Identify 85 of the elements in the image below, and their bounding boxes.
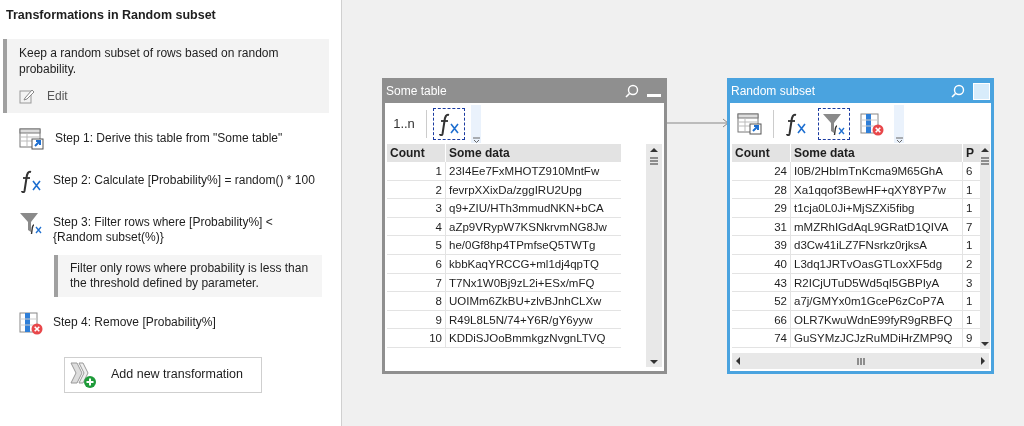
panel-title: Transformations in Random subset <box>5 7 217 24</box>
table-cell-text: 2 <box>434 182 443 198</box>
table-cell-text: 1 <box>434 164 443 179</box>
column-header: Count <box>389 145 426 162</box>
window-title: Random subset <box>731 83 817 100</box>
vertical-scrollbar[interactable] <box>980 144 990 349</box>
overflow-icon[interactable] <box>894 104 904 143</box>
table-cell-text: 52 <box>773 294 788 310</box>
table-cell-text: 66 <box>773 312 788 328</box>
table-cell: UOIMm6ZkBU+zlvBJnhCLXw <box>445 292 617 310</box>
scroll-thumb-icon[interactable] <box>855 356 866 366</box>
filter-function-icon <box>19 210 43 235</box>
description-text: Keep a random subset of rows based on random probability. <box>19 44 280 77</box>
toolbar-button[interactable]: 1..n <box>388 107 420 140</box>
table-link-icon <box>19 126 45 151</box>
connector-arrow <box>667 118 730 128</box>
table-cell: KDDiSJOoBmmkgzNvgnLTVQ <box>445 329 617 347</box>
table-cell-text: 31 <box>773 219 788 235</box>
column-header: Some data <box>445 144 617 162</box>
add-transformation-button[interactable]: Add new transformation <box>64 356 262 393</box>
table-window[interactable] <box>382 78 667 374</box>
table-cell: kbbKaqYRCCG+ml1dj4qpTQ <box>445 254 617 273</box>
table-cell-text: 5 <box>434 238 443 254</box>
scroll-right-icon[interactable] <box>980 356 986 366</box>
table-cell-text: 43 <box>773 275 788 291</box>
table-cell-text: 4 <box>434 219 443 235</box>
window-title: Some table <box>386 83 448 100</box>
table-cell: t1cja0L0Ji+MjSZXi5fibg <box>790 199 962 217</box>
scroll-up-icon[interactable] <box>981 148 989 152</box>
table-cell-text: 10 <box>428 331 443 347</box>
step-item[interactable]: Step 1: Derive this table from "Some table" <box>55 126 325 146</box>
table-cell-text: 8 <box>434 294 443 310</box>
table-cell: T7Nx1W0Bj9zL2i+ESx/mFQ <box>445 273 617 292</box>
step-note: Filter only rows where probability is less than the threshold defined by parameter. <box>54 254 322 297</box>
edit-button[interactable]: Edit <box>19 86 68 105</box>
table-cell-text: 7 <box>434 275 443 291</box>
table-cell: q9+ZIU/HTh3mmudNKN+bCA <box>445 199 617 217</box>
add-step-icon <box>69 360 97 389</box>
search-icon[interactable] <box>951 84 965 98</box>
table-cell: 23I4Ee7FxMHOTZ910MntFw <box>445 162 617 180</box>
vertical-scrollbar[interactable] <box>646 144 662 367</box>
table-cell-text: 74 <box>773 331 788 347</box>
scroll-thumb-icon[interactable] <box>649 157 659 165</box>
column-header: Count <box>734 145 771 162</box>
overflow-icon[interactable] <box>471 104 481 143</box>
scroll-down-icon[interactable] <box>649 359 659 365</box>
function-icon <box>19 168 43 193</box>
table-cell: he/0Gf8hp4TPmfseQ5TWTg <box>445 236 617 254</box>
table-cell-text: 3 <box>434 201 443 217</box>
table-cell: R2ICjUTuD5Wd5qI5GBPIyA <box>790 273 962 292</box>
table-cell: I0B/2HbImTnKcma9M65GhA <box>790 162 962 180</box>
table-cell: d3Cw41iLZ7FNsrkz0rjksA <box>790 236 962 254</box>
table-cell: Xa1qqof3BewHF+qXY8YP7w <box>790 180 962 199</box>
table-cell: aZp9VRypW7KSNkrvmNG8Jw <box>445 217 617 236</box>
edit-icon <box>19 87 35 104</box>
table-window[interactable] <box>727 78 994 374</box>
table-cell: GuSYMzJCJzRuMDiHrZMP9Q <box>790 329 962 347</box>
table-cell-text: 29 <box>773 201 788 217</box>
column-remove-icon <box>19 310 43 335</box>
step-item[interactable]: Step 3: Filter rows where [Probability%] < {Random subset(%)} <box>53 210 323 245</box>
table-cell: mMZRhIGdAqL9GRatD1QIVA <box>790 217 962 236</box>
scroll-up-icon[interactable] <box>650 148 658 152</box>
table-cell-text: 40 <box>773 256 788 272</box>
scroll-left-icon[interactable] <box>735 356 741 366</box>
table-cell: a7j/GMYx0m1GceP6zCoP7A <box>790 292 962 310</box>
table-cell: L3dq1JRTvOasGTLoxXF5dg <box>790 254 962 273</box>
column-header: Some data <box>790 144 962 162</box>
table-cell-text: 6 <box>434 256 443 272</box>
minimize-button[interactable] <box>647 93 661 97</box>
table-cell-text: 9 <box>434 312 443 328</box>
toolbar-button[interactable] <box>818 107 850 140</box>
scroll-down-icon[interactable] <box>980 341 990 347</box>
search-icon[interactable] <box>625 84 639 98</box>
minimize-button[interactable] <box>973 82 990 100</box>
table-cell-text: 24 <box>773 164 788 179</box>
step-item[interactable]: Step 2: Calculate [Probability%] = random() * 100 <box>53 168 323 188</box>
table-cell: R49L8L5N/74+Y6R/gY6yyw <box>445 310 617 329</box>
toolbar-button[interactable] <box>433 107 465 140</box>
table-cell: fevrpXXixDa/zggIRU2Upg <box>445 180 617 199</box>
table-cell-text: 39 <box>773 238 788 254</box>
step-item[interactable]: Step 4: Remove [Probability%] <box>53 310 323 330</box>
table-cell: OLR7KwuWdnE99fyR9gRBFQ <box>790 310 962 329</box>
scroll-thumb-icon[interactable] <box>980 157 990 165</box>
horizontal-scrollbar[interactable] <box>732 353 989 369</box>
table-cell-text: 28 <box>773 182 788 198</box>
